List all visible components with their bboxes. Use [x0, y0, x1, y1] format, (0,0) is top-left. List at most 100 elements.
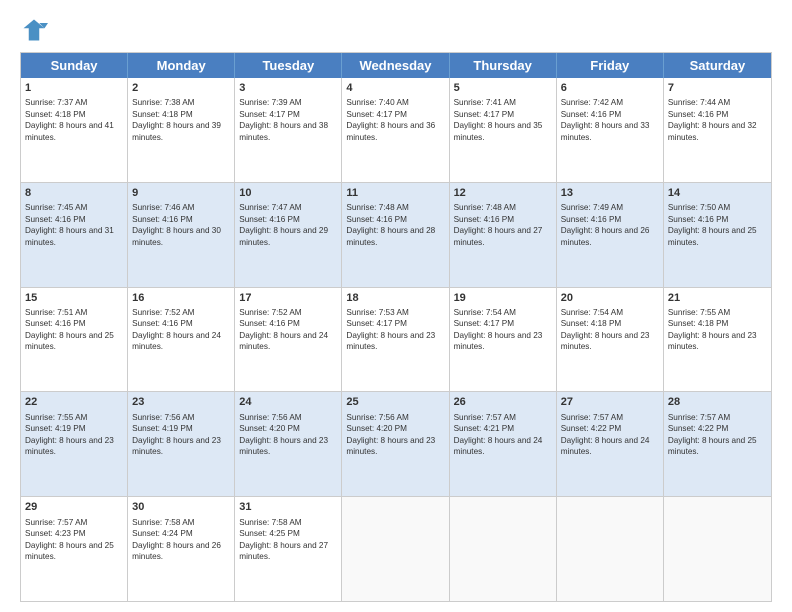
sunrise-text: Sunrise: 7:56 AM [132, 413, 194, 422]
daylight-text: Daylight: 8 hours and 25 minutes. [668, 226, 757, 246]
sunrise-text: Sunrise: 7:57 AM [668, 413, 730, 422]
sunset-text: Sunset: 4:19 PM [132, 424, 193, 433]
sunrise-text: Sunrise: 7:48 AM [454, 203, 516, 212]
daylight-text: Daylight: 8 hours and 23 minutes. [25, 436, 114, 456]
sunset-text: Sunset: 4:16 PM [25, 319, 86, 328]
day-number: 23 [132, 395, 230, 410]
day-header: Wednesday [342, 53, 449, 78]
daylight-text: Daylight: 8 hours and 24 minutes. [132, 331, 221, 351]
sunrise-text: Sunrise: 7:41 AM [454, 98, 516, 107]
daylight-text: Daylight: 8 hours and 23 minutes. [454, 331, 543, 351]
logo [20, 16, 50, 44]
day-cell: 18 Sunrise: 7:53 AMSunset: 4:17 PMDaylig… [342, 288, 449, 392]
daylight-text: Daylight: 8 hours and 25 minutes. [25, 541, 114, 561]
calendar-week-row: 29 Sunrise: 7:57 AMSunset: 4:23 PMDaylig… [21, 497, 771, 601]
sunrise-text: Sunrise: 7:44 AM [668, 98, 730, 107]
empty-cell [557, 497, 664, 601]
day-cell: 15 Sunrise: 7:51 AMSunset: 4:16 PMDaylig… [21, 288, 128, 392]
day-number: 14 [668, 186, 767, 201]
sunset-text: Sunset: 4:16 PM [25, 215, 86, 224]
day-cell: 29 Sunrise: 7:57 AMSunset: 4:23 PMDaylig… [21, 497, 128, 601]
sunset-text: Sunset: 4:16 PM [561, 110, 622, 119]
day-cell: 23 Sunrise: 7:56 AM Sunset: 4:19 PM Daylig… [128, 392, 235, 496]
day-number: 2 [132, 81, 230, 96]
sunset-text: Sunset: 4:17 PM [239, 110, 300, 119]
sunrise-text: Sunrise: 7:55 AM [668, 308, 730, 317]
day-cell: 31 Sunrise: 7:58 AMSunset: 4:25 PMDaylig… [235, 497, 342, 601]
day-number: 18 [346, 291, 444, 306]
day-cell: 11 Sunrise: 7:48 AMSunset: 4:16 PMDaylig… [342, 183, 449, 287]
day-number: 11 [346, 186, 444, 201]
day-number: 1 [25, 81, 123, 96]
day-cell: 24 Sunrise: 7:56 AMSunset: 4:20 PMDaylig… [235, 392, 342, 496]
sunset-text: Sunset: 4:22 PM [668, 424, 729, 433]
sunset-text: Sunset: 4:18 PM [132, 110, 193, 119]
day-number: 3 [239, 81, 337, 96]
calendar-body: 1 Sunrise: 7:37 AMSunset: 4:18 PMDayligh… [21, 78, 771, 601]
sunset-text: Sunset: 4:18 PM [25, 110, 86, 119]
daylight-text: Daylight: 8 hours and 26 minutes. [132, 541, 221, 561]
sunrise-text: Sunrise: 7:54 AM [561, 308, 623, 317]
day-header: Tuesday [235, 53, 342, 78]
calendar-week-row: 8 Sunrise: 7:45 AMSunset: 4:16 PMDayligh… [21, 183, 771, 288]
sunrise-text: Sunrise: 7:52 AM [132, 308, 194, 317]
day-cell: 22 Sunrise: 7:55 AMSunset: 4:19 PMDaylig… [21, 392, 128, 496]
sunrise-text: Sunrise: 7:47 AM [239, 203, 301, 212]
day-number: 20 [561, 291, 659, 306]
day-number: 6 [561, 81, 659, 96]
sunrise-text: Sunrise: 7:56 AM [239, 413, 301, 422]
daylight-text: Daylight: 8 hours and 23 minutes. [561, 331, 650, 351]
daylight-text: Daylight: 8 hours and 29 minutes. [239, 226, 328, 246]
calendar-week-row: 22 Sunrise: 7:55 AMSunset: 4:19 PMDaylig… [21, 392, 771, 497]
day-cell: 7 Sunrise: 7:44 AMSunset: 4:16 PMDayligh… [664, 78, 771, 182]
sunrise-text: Sunrise: 7:57 AM [454, 413, 516, 422]
empty-cell [342, 497, 449, 601]
day-cell: 6 Sunrise: 7:42 AMSunset: 4:16 PMDayligh… [557, 78, 664, 182]
sunrise-text: Sunrise: 7:46 AM [132, 203, 194, 212]
day-cell: 16 Sunrise: 7:52 AMSunset: 4:16 PMDaylig… [128, 288, 235, 392]
day-number: 5 [454, 81, 552, 96]
sunset-text: Sunset: 4:16 PM [454, 215, 515, 224]
sunrise-text: Sunrise: 7:57 AM [25, 518, 87, 527]
sunset-text: Sunset: 4:16 PM [346, 215, 407, 224]
calendar: SundayMondayTuesdayWednesdayThursdayFrid… [20, 52, 772, 602]
daylight-text: Daylight: 8 hours and 26 minutes. [561, 226, 650, 246]
day-cell: 3 Sunrise: 7:39 AMSunset: 4:17 PMDayligh… [235, 78, 342, 182]
daylight-text: Daylight: 8 hours and 23 minutes. [346, 436, 435, 456]
day-number: 26 [454, 395, 552, 410]
daylight-text: Daylight: 8 hours and 32 minutes. [668, 121, 757, 141]
day-cell: 27 Sunrise: 7:57 AMSunset: 4:22 PMDaylig… [557, 392, 664, 496]
day-number: 21 [668, 291, 767, 306]
day-number: 7 [668, 81, 767, 96]
page: SundayMondayTuesdayWednesdayThursdayFrid… [0, 0, 792, 612]
day-cell: 9 Sunrise: 7:46 AMSunset: 4:16 PMDayligh… [128, 183, 235, 287]
day-cell: 13 Sunrise: 7:49 AMSunset: 4:16 PMDaylig… [557, 183, 664, 287]
day-number: 17 [239, 291, 337, 306]
day-number: 12 [454, 186, 552, 201]
daylight-text: Daylight: 8 hours and 23 minutes. [132, 436, 221, 456]
day-cell: 30 Sunrise: 7:58 AMSunset: 4:24 PMDaylig… [128, 497, 235, 601]
day-header: Friday [557, 53, 664, 78]
day-number: 31 [239, 500, 337, 515]
day-number: 4 [346, 81, 444, 96]
sunset-text: Sunset: 4:16 PM [668, 215, 729, 224]
sunset-text: Sunset: 4:16 PM [132, 215, 193, 224]
day-cell: 17 Sunrise: 7:52 AMSunset: 4:16 PMDaylig… [235, 288, 342, 392]
sunset-text: Sunset: 4:20 PM [346, 424, 407, 433]
calendar-week-row: 15 Sunrise: 7:51 AMSunset: 4:16 PMDaylig… [21, 288, 771, 393]
day-header: Sunday [21, 53, 128, 78]
day-number: 16 [132, 291, 230, 306]
sunrise-text: Sunrise: 7:45 AM [25, 203, 87, 212]
sunset-text: Sunset: 4:18 PM [561, 319, 622, 328]
sunrise-text: Sunrise: 7:51 AM [25, 308, 87, 317]
sunrise-text: Sunrise: 7:57 AM [561, 413, 623, 422]
day-cell: 5 Sunrise: 7:41 AMSunset: 4:17 PMDayligh… [450, 78, 557, 182]
sunrise-text: Sunrise: 7:42 AM [561, 98, 623, 107]
day-cell: 4 Sunrise: 7:40 AMSunset: 4:17 PMDayligh… [342, 78, 449, 182]
sunrise-text: Sunrise: 7:50 AM [668, 203, 730, 212]
sunrise-text: Sunrise: 7:49 AM [561, 203, 623, 212]
daylight-text: Daylight: 8 hours and 30 minutes. [132, 226, 221, 246]
day-cell: 26 Sunrise: 7:57 AMSunset: 4:21 PMDaylig… [450, 392, 557, 496]
day-cell: 25 Sunrise: 7:56 AMSunset: 4:20 PMDaylig… [342, 392, 449, 496]
calendar-week-row: 1 Sunrise: 7:37 AMSunset: 4:18 PMDayligh… [21, 78, 771, 183]
